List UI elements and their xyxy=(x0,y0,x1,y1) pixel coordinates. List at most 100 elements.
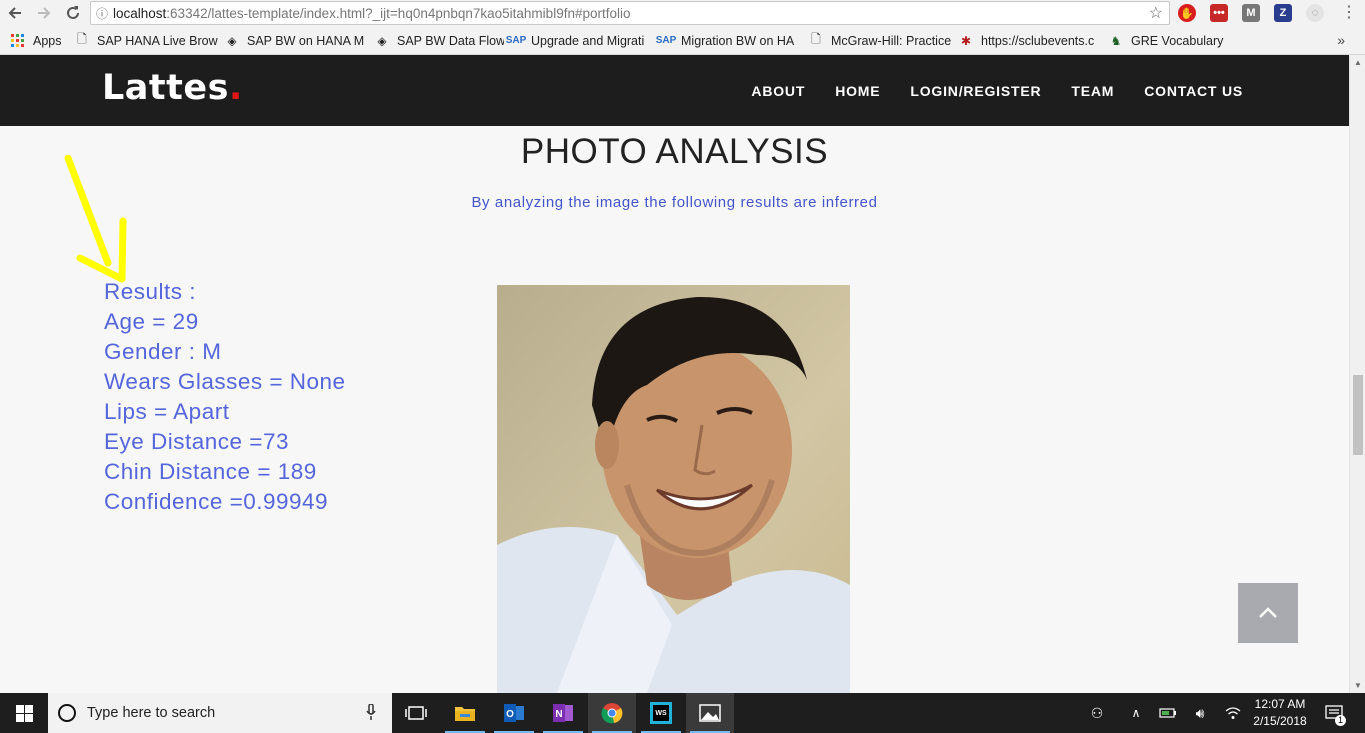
bookmark-gre-vocabulary[interactable]: ♞ GRE Vocabulary xyxy=(1104,30,1244,52)
nav-home[interactable]: HOME xyxy=(835,83,880,99)
system-clock[interactable]: 12:07 AM 2/15/2018 xyxy=(1245,696,1315,730)
battery-icon[interactable] xyxy=(1157,693,1179,733)
result-glasses: Wears Glasses = None xyxy=(104,369,346,394)
zotero-extension-icon[interactable]: Z xyxy=(1274,4,1292,22)
logo-dot: . xyxy=(228,68,243,108)
reload-icon[interactable] xyxy=(62,2,84,24)
chevron-up-icon[interactable]: ∧ xyxy=(1125,693,1147,733)
onenote-icon[interactable]: N xyxy=(539,693,587,733)
result-age: Age = 29 xyxy=(104,309,199,334)
bookmark-label: Apps xyxy=(33,33,62,48)
url-text: localhost:63342/lattes-template/index.ht… xyxy=(113,6,631,21)
svg-text:O: O xyxy=(506,709,514,720)
result-confidence: Confidence =0.99949 xyxy=(104,489,329,514)
page-icon: 🗋 xyxy=(811,32,821,46)
result-lips: Lips = Apart xyxy=(104,399,230,424)
info-icon[interactable]: ⓘ xyxy=(91,5,113,22)
back-arrow-icon[interactable] xyxy=(4,2,26,24)
bookmark-mcgraw-hill[interactable]: 🗋 McGraw-Hill: Practice xyxy=(804,30,954,52)
search-placeholder: Type here to search xyxy=(87,705,216,721)
chrome-icon[interactable] xyxy=(588,693,636,733)
scrollbar-thumb[interactable] xyxy=(1353,375,1363,455)
extension-m-icon[interactable]: M xyxy=(1242,4,1260,22)
result-gender: Gender : M xyxy=(104,339,222,364)
bookmark-sap-bw-data-flow[interactable]: ◈ SAP BW Data Flow xyxy=(370,30,504,52)
bug-icon: ✱ xyxy=(960,33,972,48)
microphone-icon[interactable] xyxy=(366,703,376,723)
nav-team[interactable]: TEAM xyxy=(1071,83,1114,99)
page-scrollbar[interactable]: ▲ ▼ xyxy=(1349,55,1365,693)
chevron-up-icon xyxy=(1259,607,1277,618)
bookmark-sclubevents[interactable]: ✱ https://sclubevents.c xyxy=(954,30,1104,52)
bookmark-star-icon[interactable]: ☆ xyxy=(1149,3,1163,23)
diamond-icon: ◈ xyxy=(377,33,387,48)
sap-icon: SAP xyxy=(505,35,527,46)
taskbar: Type here to search O N WS ⚇ ∧ 🔊︎ 12:07 … xyxy=(0,693,1365,733)
webstorm-icon[interactable]: WS xyxy=(637,693,685,733)
clock-time: 12:07 AM xyxy=(1254,697,1306,711)
task-view-icon[interactable] xyxy=(392,693,440,733)
extension-red-icon[interactable]: ••• xyxy=(1210,4,1228,22)
bookmark-upgrade-migration[interactable]: SAP Upgrade and Migrati xyxy=(504,30,654,52)
adblock-extension-icon[interactable]: ✋ xyxy=(1178,4,1196,22)
wifi-icon[interactable] xyxy=(1222,693,1244,733)
bookmark-label: McGraw-Hill: Practice xyxy=(831,33,952,48)
results-heading: Results : xyxy=(104,279,197,304)
volume-icon[interactable]: 🔊︎ xyxy=(1189,693,1211,733)
svg-text:WS: WS xyxy=(655,710,667,717)
annotation-arrow-icon xyxy=(64,155,127,283)
diamond-icon: ◈ xyxy=(227,33,237,48)
action-center-icon[interactable]: 1 xyxy=(1320,693,1350,733)
spartan-icon: ♞ xyxy=(1110,33,1122,48)
site-header: Lattes. ABOUT HOME LOGIN/REGISTER TEAM C… xyxy=(0,55,1349,126)
page-icon: 🗋 xyxy=(77,32,87,46)
url-host: localhost xyxy=(113,5,167,21)
apps-grid-icon xyxy=(10,33,26,49)
bookmark-sap-bw-on-hana[interactable]: ◈ SAP BW on HANA M xyxy=(220,30,370,52)
sap-icon: SAP xyxy=(655,35,677,46)
url-path: :63342/lattes-template/index.html?_ijt=h… xyxy=(166,5,631,21)
page-subtitle: By analyzing the image the following res… xyxy=(471,194,878,211)
cortana-icon xyxy=(58,704,76,722)
browser-menu-icon[interactable]: ⋮ xyxy=(1341,4,1357,22)
analyzed-photo xyxy=(497,285,850,693)
site-logo[interactable]: Lattes. xyxy=(102,68,243,108)
bookmark-label: SAP HANA Live Brow xyxy=(97,33,218,48)
people-icon[interactable]: ⚇ xyxy=(1085,693,1109,733)
scroll-up-arrow-icon[interactable]: ▲ xyxy=(1350,58,1365,67)
scroll-down-arrow-icon[interactable]: ▼ xyxy=(1350,681,1365,690)
forward-arrow-icon[interactable] xyxy=(33,2,55,24)
outlook-icon[interactable]: O xyxy=(490,693,538,733)
bookmark-sap-hana-live[interactable]: 🗋 SAP HANA Live Brow xyxy=(70,30,220,52)
nav-about[interactable]: ABOUT xyxy=(751,83,805,99)
svg-text:N: N xyxy=(555,709,562,720)
extension-circle-icon[interactable]: ◌ xyxy=(1306,4,1324,22)
bookmark-label: Upgrade and Migrati xyxy=(531,33,645,48)
result-eye-distance: Eye Distance =73 xyxy=(104,429,289,454)
bookmark-label: Migration BW on HA xyxy=(681,33,795,48)
bookmark-label: https://sclubevents.c xyxy=(981,33,1095,48)
nav-contact-us[interactable]: CONTACT US xyxy=(1144,83,1243,99)
notification-count-badge: 1 xyxy=(1335,715,1346,726)
logo-text: Lattes xyxy=(102,68,229,108)
windows-start-button[interactable] xyxy=(0,693,48,733)
windows-logo-icon xyxy=(15,704,33,722)
taskbar-search-box[interactable]: Type here to search xyxy=(48,693,392,733)
results-list: Results : Age = 29 Gender : M Wears Glas… xyxy=(104,277,346,517)
bookmark-label: SAP BW Data Flow xyxy=(397,33,504,48)
file-explorer-icon[interactable] xyxy=(441,693,489,733)
bookmarks-bar: Apps 🗋 SAP HANA Live Brow ◈ SAP BW on HA… xyxy=(0,27,1365,55)
result-chin-distance: Chin Distance = 189 xyxy=(104,459,317,484)
photos-app-icon[interactable] xyxy=(686,693,734,733)
address-bar[interactable]: ⓘ localhost:63342/lattes-template/index.… xyxy=(90,1,1170,25)
bookmark-label: SAP BW on HANA M xyxy=(247,33,365,48)
page-title: PHOTO ANALYSIS xyxy=(520,132,829,171)
bookmark-label: GRE Vocabulary xyxy=(1131,33,1224,48)
nav-login-register[interactable]: LOGIN/REGISTER xyxy=(910,83,1041,99)
bookmarks-overflow-button[interactable]: » xyxy=(1337,32,1345,48)
bookmark-migration-bw[interactable]: SAP Migration BW on HA xyxy=(654,30,804,52)
main-menu: ABOUT HOME LOGIN/REGISTER TEAM CONTACT U… xyxy=(721,55,1243,126)
bookmark-apps[interactable]: Apps xyxy=(6,30,70,52)
back-to-top-button[interactable] xyxy=(1238,583,1298,643)
clock-date: 2/15/2018 xyxy=(1253,714,1307,728)
